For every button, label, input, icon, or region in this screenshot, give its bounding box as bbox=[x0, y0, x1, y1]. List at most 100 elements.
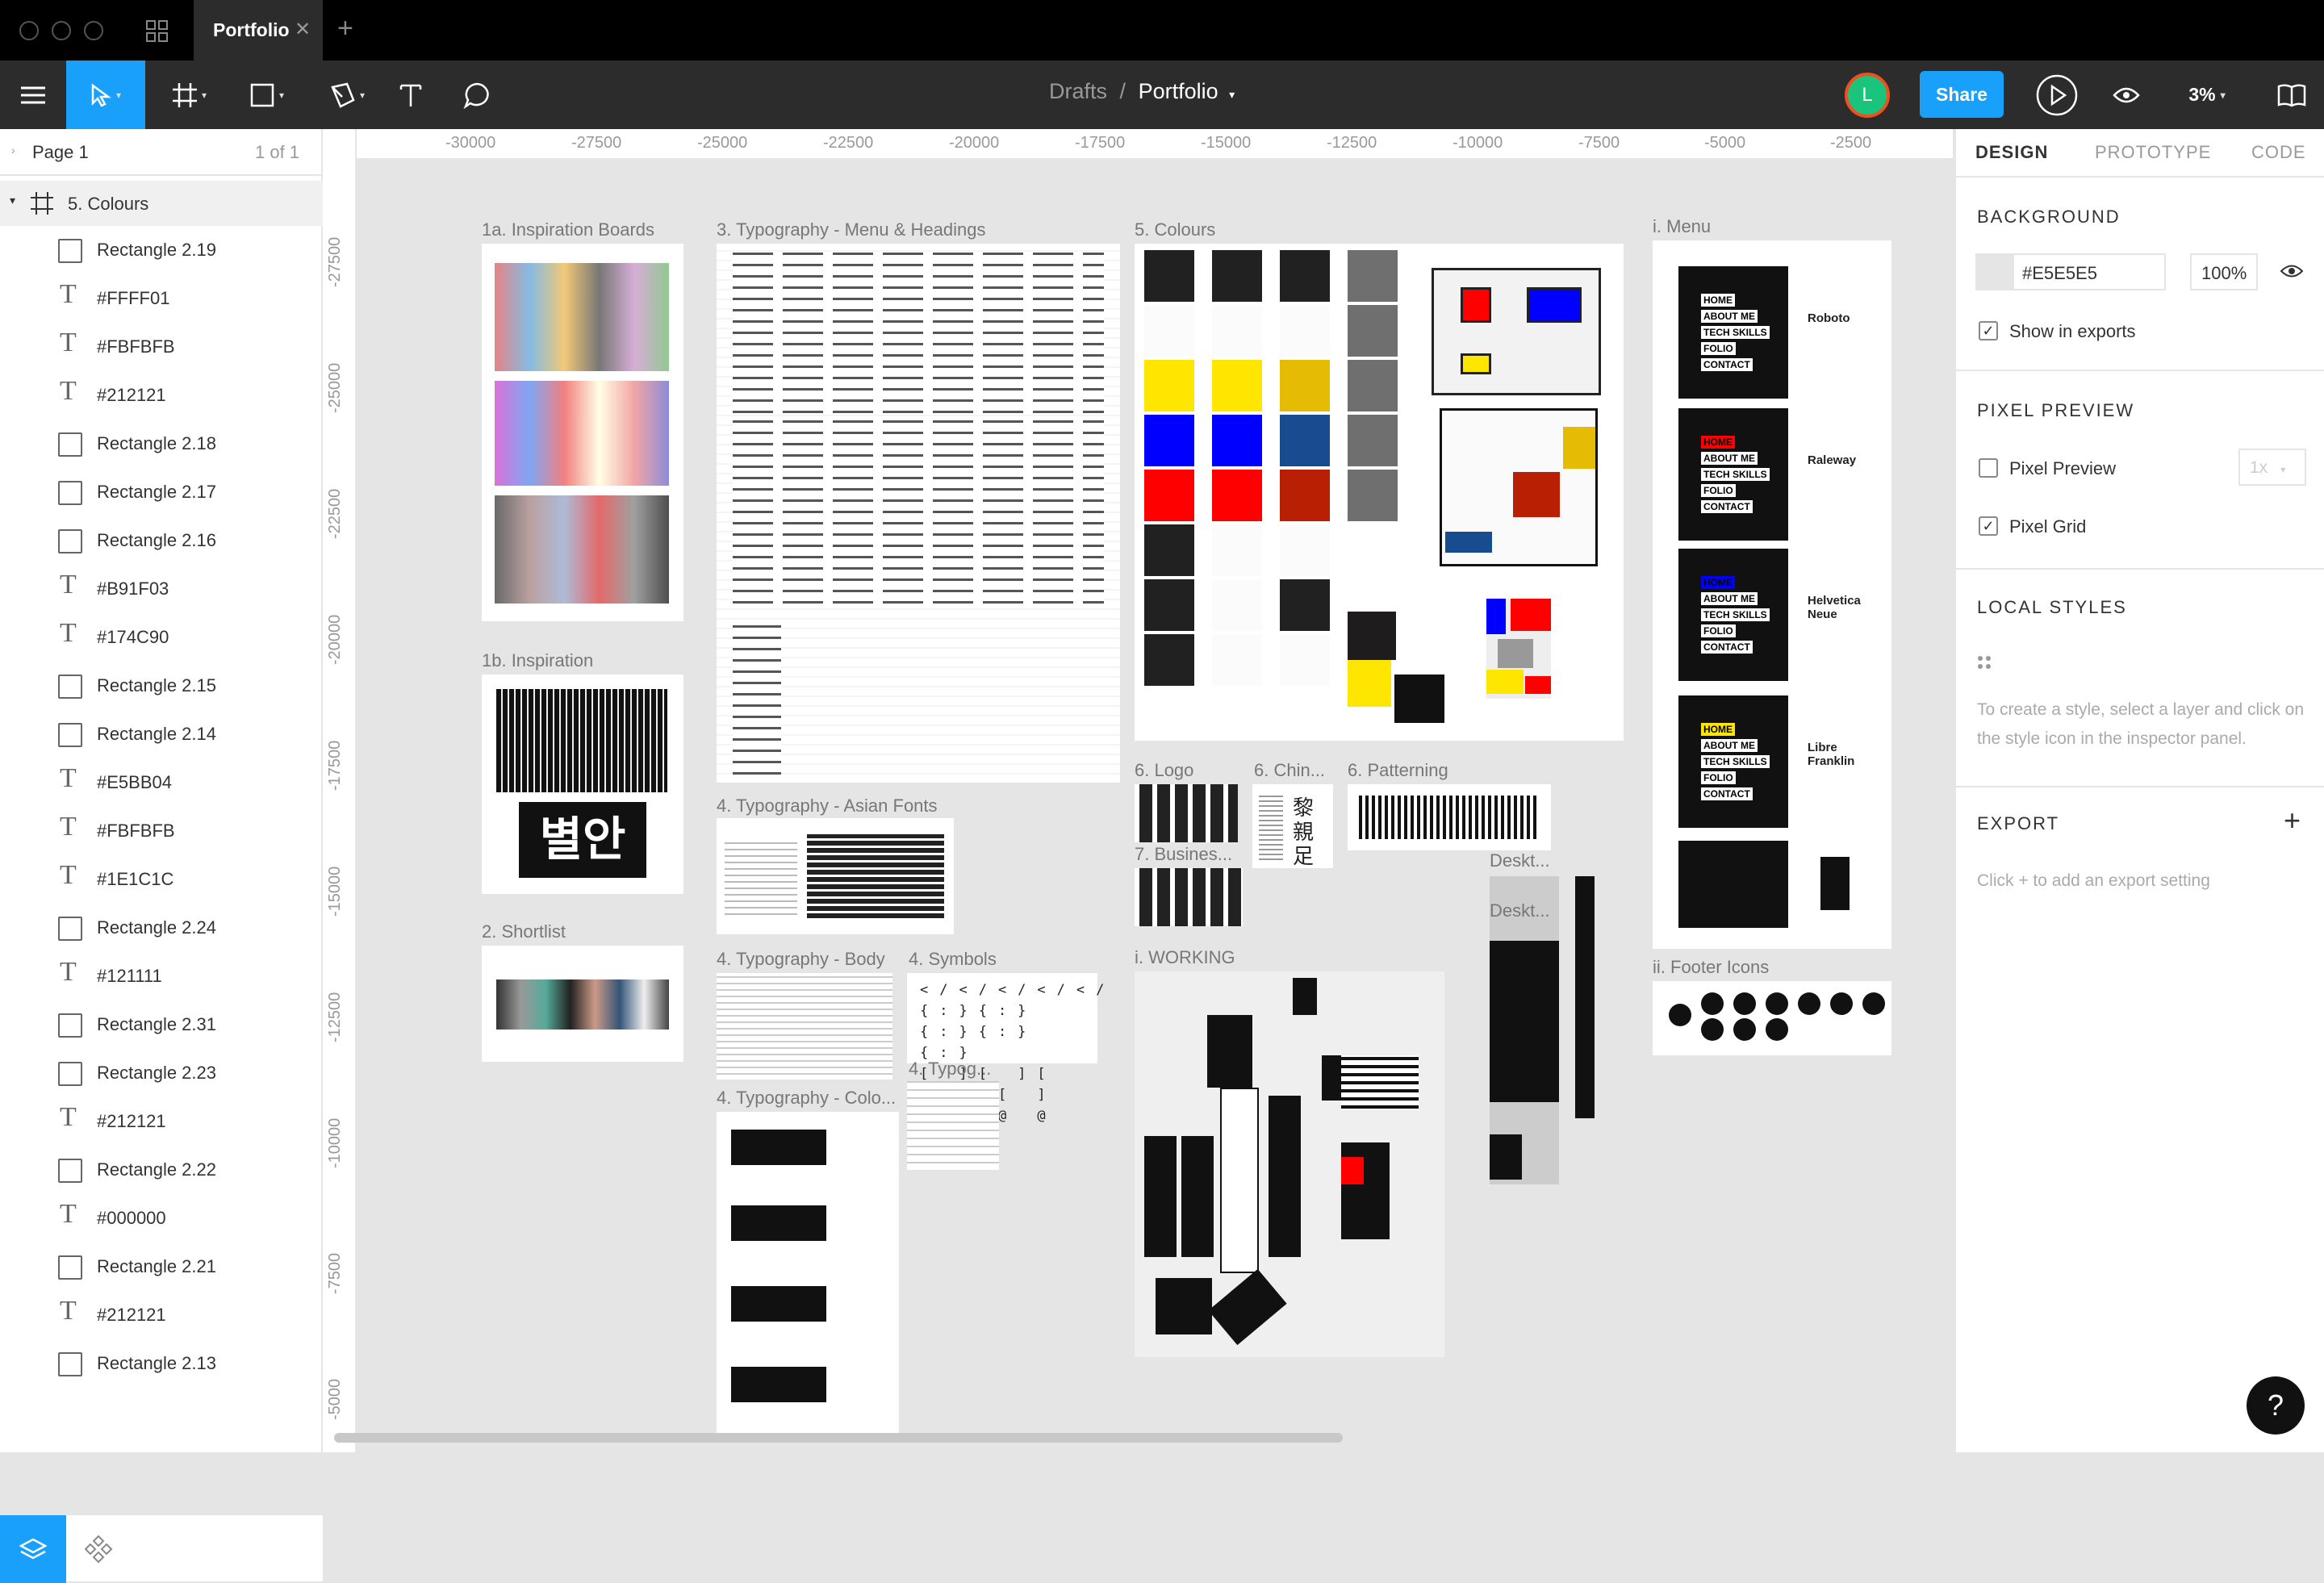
layer-item[interactable]: T #000000 bbox=[0, 1194, 323, 1243]
zoom-dropdown[interactable]: 3% ▾ bbox=[2179, 61, 2235, 129]
help-button[interactable]: ? bbox=[2247, 1376, 2305, 1435]
hamburger-menu-icon[interactable] bbox=[0, 61, 66, 129]
frame-typog[interactable] bbox=[907, 1081, 999, 1170]
caret-down-icon[interactable]: ▾ bbox=[10, 194, 15, 207]
layers-tab-button[interactable] bbox=[0, 1515, 66, 1583]
grid-icon[interactable] bbox=[145, 19, 169, 44]
components-tab-button[interactable] bbox=[82, 1533, 115, 1569]
frame-label-typography-body[interactable]: 4. Typography - Body bbox=[717, 949, 885, 970]
frame-asian-fonts[interactable] bbox=[717, 818, 954, 934]
layer-item[interactable]: T #FBFBFB bbox=[0, 323, 323, 371]
horizontal-scrollbar[interactable] bbox=[334, 1433, 1343, 1443]
avatar[interactable]: L bbox=[1845, 73, 1890, 118]
frame-label-desktop-2[interactable]: Deskt... bbox=[1490, 900, 1550, 921]
frame-inspiration[interactable]: 별안 bbox=[482, 675, 683, 894]
tab-prototype[interactable]: PROTOTYPE bbox=[2095, 142, 2211, 163]
layer-item[interactable]: Rectangle 2.23 bbox=[0, 1049, 323, 1097]
frame-label-1b[interactable]: 1b. Inspiration bbox=[482, 650, 593, 671]
layer-item[interactable]: Rectangle 2.19 bbox=[0, 226, 323, 274]
close-tab-icon[interactable]: ✕ bbox=[295, 18, 311, 41]
frame-label-desktop-1[interactable]: Deskt... bbox=[1490, 850, 1550, 871]
frame-tool-button[interactable]: ▾ bbox=[158, 61, 221, 129]
shape-tool-button[interactable]: ▾ bbox=[236, 61, 299, 129]
layer-item[interactable]: T #174C90 bbox=[0, 613, 323, 662]
text-tool-button[interactable] bbox=[391, 61, 431, 129]
layer-item[interactable]: T #121111 bbox=[0, 952, 323, 1000]
show-in-exports-checkbox[interactable]: ✓ bbox=[1979, 321, 1998, 340]
layer-item[interactable]: T #212121 bbox=[0, 1097, 323, 1146]
layer-item[interactable]: Rectangle 2.16 bbox=[0, 516, 323, 565]
frame-menu[interactable]: HOME ABOUT ME TECH SKILLS FOLIO CONTACT Robot… bbox=[1653, 240, 1891, 949]
frame-inspiration-boards[interactable] bbox=[482, 244, 683, 621]
pixel-grid-checkbox[interactable]: ✓ bbox=[1979, 516, 1998, 536]
share-button[interactable]: Share bbox=[1920, 71, 2004, 118]
background-opacity-field[interactable]: 100% bbox=[2190, 253, 2258, 290]
pen-tool-button[interactable]: ▾ bbox=[315, 61, 379, 129]
frame-symbols[interactable]: </</</</</{:}{:}{:}{:}{:}[ ][ ][ ][ ][ ]… bbox=[907, 973, 1104, 1145]
layer-item[interactable]: T #1E1C1C bbox=[0, 855, 323, 904]
minimize-window-button[interactable] bbox=[52, 21, 71, 40]
tab-portfolio[interactable]: Portfolio ✕ bbox=[194, 0, 323, 61]
pixel-preview-checkbox[interactable] bbox=[1979, 458, 1998, 478]
pixel-preview-scale-select[interactable]: 1x ▾ bbox=[2238, 449, 2306, 486]
frame-footer-icons[interactable] bbox=[1653, 981, 1891, 1055]
comment-tool-button[interactable] bbox=[457, 61, 497, 129]
background-color-field[interactable]: #E5E5E5 bbox=[1975, 253, 2166, 290]
frame-desktop-1[interactable] bbox=[1490, 876, 1559, 1184]
frame-working[interactable] bbox=[1135, 971, 1444, 1357]
layer-item[interactable]: T #B91F03 bbox=[0, 565, 323, 613]
frame-label-business[interactable]: 7. Busines... bbox=[1135, 844, 1232, 865]
frame-label-typog[interactable]: 4. Typog... bbox=[909, 1059, 991, 1080]
view-preview-button[interactable] bbox=[2106, 61, 2146, 129]
layer-item[interactable]: T #212121 bbox=[0, 371, 323, 420]
layer-item[interactable]: Rectangle 2.22 bbox=[0, 1146, 323, 1194]
move-tool-button[interactable]: ▾ bbox=[66, 61, 145, 129]
frame-label-typography-colour[interactable]: 4. Typography - Colo... bbox=[717, 1088, 896, 1109]
frame-label-typography-menu[interactable]: 3. Typography - Menu & Headings bbox=[717, 219, 985, 240]
breadcrumb-parent[interactable]: Drafts bbox=[1049, 79, 1107, 103]
add-export-icon[interactable]: + bbox=[2284, 804, 2301, 837]
frame-label-colours[interactable]: 5. Colours bbox=[1135, 219, 1215, 240]
layer-item[interactable]: T #FFFF01 bbox=[0, 274, 323, 323]
layer-item[interactable]: Rectangle 2.18 bbox=[0, 420, 323, 468]
layer-item[interactable]: T #E5BB04 bbox=[0, 758, 323, 807]
frame-label-1a[interactable]: 1a. Inspiration Boards bbox=[482, 219, 654, 240]
frame-patterning[interactable] bbox=[1348, 784, 1551, 850]
frame-typography-menu-headings[interactable] bbox=[717, 244, 1120, 783]
frame-label-asian-fonts[interactable]: 4. Typography - Asian Fonts bbox=[717, 796, 938, 817]
frame-chinese[interactable]: 黎親足 bbox=[1252, 784, 1333, 868]
layer-item[interactable]: T #FBFBFB bbox=[0, 807, 323, 855]
maximize-window-button[interactable] bbox=[84, 21, 103, 40]
layer-item[interactable]: Rectangle 2.17 bbox=[0, 468, 323, 516]
library-button[interactable] bbox=[2268, 61, 2316, 129]
layer-item[interactable]: T #212121 bbox=[0, 1291, 323, 1339]
new-tab-icon[interactable]: + bbox=[337, 13, 353, 44]
present-button[interactable] bbox=[2034, 61, 2080, 129]
frame-typography-colour[interactable] bbox=[717, 1112, 899, 1436]
frame-label-menu[interactable]: i. Menu bbox=[1653, 216, 1711, 237]
frame-logo[interactable] bbox=[1135, 784, 1238, 842]
tab-design[interactable]: DESIGN bbox=[1975, 142, 2048, 163]
frame-label-footer-icons[interactable]: ii. Footer Icons bbox=[1653, 957, 1769, 978]
layer-item[interactable]: Rectangle 2.31 bbox=[0, 1000, 323, 1049]
frame-label-shortlist[interactable]: 2. Shortlist bbox=[482, 921, 566, 942]
layer-item[interactable]: Rectangle 2.13 bbox=[0, 1339, 323, 1388]
color-swatch[interactable] bbox=[1977, 255, 2014, 289]
layer-item[interactable]: Rectangle 2.15 bbox=[0, 662, 323, 710]
frame-label-symbols[interactable]: 4. Symbols bbox=[909, 949, 997, 970]
frame-label-working[interactable]: i. WORKING bbox=[1135, 947, 1235, 968]
layer-item[interactable]: Rectangle 2.21 bbox=[0, 1243, 323, 1291]
tab-code[interactable]: CODE bbox=[2251, 142, 2306, 163]
frame-business-cards[interactable] bbox=[1135, 868, 1243, 926]
frame-label-patterning[interactable]: 6. Patterning bbox=[1348, 760, 1448, 781]
frame-label-logo[interactable]: 6. Logo bbox=[1135, 760, 1193, 781]
background-hex[interactable]: #E5E5E5 bbox=[2022, 263, 2097, 284]
breadcrumb-current[interactable]: Portfolio bbox=[1139, 79, 1218, 103]
layer-frame-colours[interactable]: ▾ 5. Colours bbox=[0, 181, 323, 226]
frame-label-chinese[interactable]: 6. Chin... bbox=[1254, 760, 1325, 781]
chevron-down-icon[interactable]: ▾ bbox=[1229, 88, 1235, 101]
close-window-button[interactable] bbox=[19, 21, 39, 40]
layer-item[interactable]: Rectangle 2.14 bbox=[0, 710, 323, 758]
layer-item[interactable]: Rectangle 2.24 bbox=[0, 904, 323, 952]
page-selector[interactable]: › Page 1 1 of 1 bbox=[0, 129, 323, 176]
